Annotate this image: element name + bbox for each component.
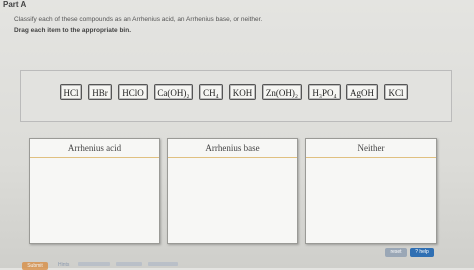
hints-link[interactable]: Hints [58, 262, 69, 268]
item-chip-kcl[interactable]: KCl [384, 84, 408, 100]
help-button[interactable]: ? help [410, 248, 434, 257]
item-chip-hbr[interactable]: HBr [88, 84, 112, 100]
bin-arrhenius-base[interactable]: Arrhenius base [167, 138, 298, 244]
bin-title-neither: Neither [306, 139, 436, 158]
blurred-link[interactable] [116, 262, 142, 266]
item-chip-koh[interactable]: KOH [229, 84, 256, 100]
item-chip-caoh2[interactable]: Ca(OH)₂ [154, 84, 193, 100]
bin-title-arrhenius-acid: Arrhenius acid [30, 139, 159, 158]
blurred-link[interactable] [78, 262, 110, 266]
item-chip-hcl[interactable]: HCl [60, 84, 82, 100]
drag-hint-text: Drag each item to the appropriate bin. [14, 27, 132, 34]
item-chip-ch4[interactable]: CH₄ [199, 84, 223, 100]
reset-button[interactable]: reset [385, 248, 407, 257]
item-chip-znoh2[interactable]: Zn(OH)₂ [262, 84, 302, 100]
submit-button[interactable]: Submit [22, 262, 48, 270]
blurred-link[interactable] [148, 262, 178, 266]
item-chip-h3po4[interactable]: H₃PO₄ [308, 84, 341, 100]
bin-neither[interactable]: Neither [305, 138, 437, 244]
part-title: Part A [3, 0, 27, 9]
bin-arrhenius-acid[interactable]: Arrhenius acid [29, 138, 160, 244]
item-chip-agoh[interactable]: AgOH [346, 84, 378, 100]
bin-title-arrhenius-base: Arrhenius base [168, 139, 297, 158]
instructions-text: Classify each of these compounds as an A… [14, 16, 263, 23]
item-chip-hclo[interactable]: HClO [118, 84, 148, 100]
